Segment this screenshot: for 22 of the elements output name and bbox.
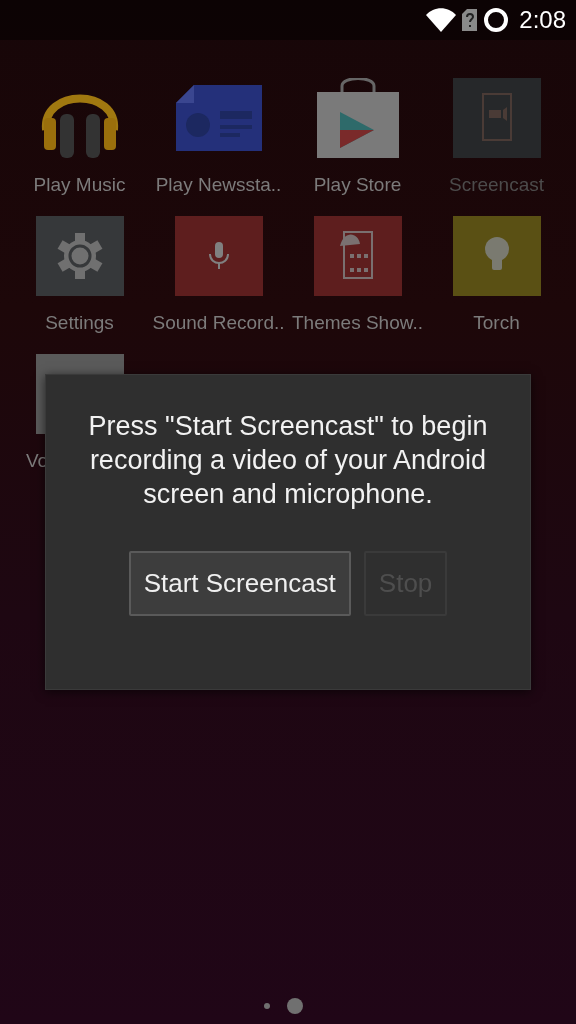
- app-label[interactable]: Sound Record..: [152, 312, 285, 334]
- wifi-icon: [426, 8, 457, 32]
- clock-time: 2:08: [519, 6, 566, 34]
- ring-icon: [483, 7, 510, 33]
- screencast-tile-icon: [452, 78, 541, 158]
- microphone-tile-icon: [174, 216, 263, 296]
- lightbulb-tile-icon: [452, 216, 541, 296]
- page-indicator-dot[interactable]: [286, 998, 303, 1014]
- start-button[interactable]: Start Screencast: [128, 551, 351, 616]
- dialog-message: Press "Start Screencast" to begin recording a video of your Android screen and microphone.: [87, 410, 489, 511]
- app-label[interactable]: Torch: [473, 312, 520, 334]
- app-label[interactable]: Settings: [45, 312, 114, 334]
- page-indicator-dot[interactable]: [263, 1003, 270, 1009]
- app-label[interactable]: Play Music: [33, 174, 126, 196]
- sim-card-icon: [462, 9, 478, 31]
- app-label[interactable]: Play Store: [313, 174, 402, 196]
- shopping-bag-icon: [315, 78, 400, 158]
- app-label[interactable]: Themes Show..: [292, 312, 423, 334]
- app-label[interactable]: Play Newssta..: [155, 174, 282, 196]
- settings-tile-icon: [35, 216, 124, 296]
- film-tile-icon: [313, 216, 402, 296]
- newspaper-icon: [175, 85, 262, 151]
